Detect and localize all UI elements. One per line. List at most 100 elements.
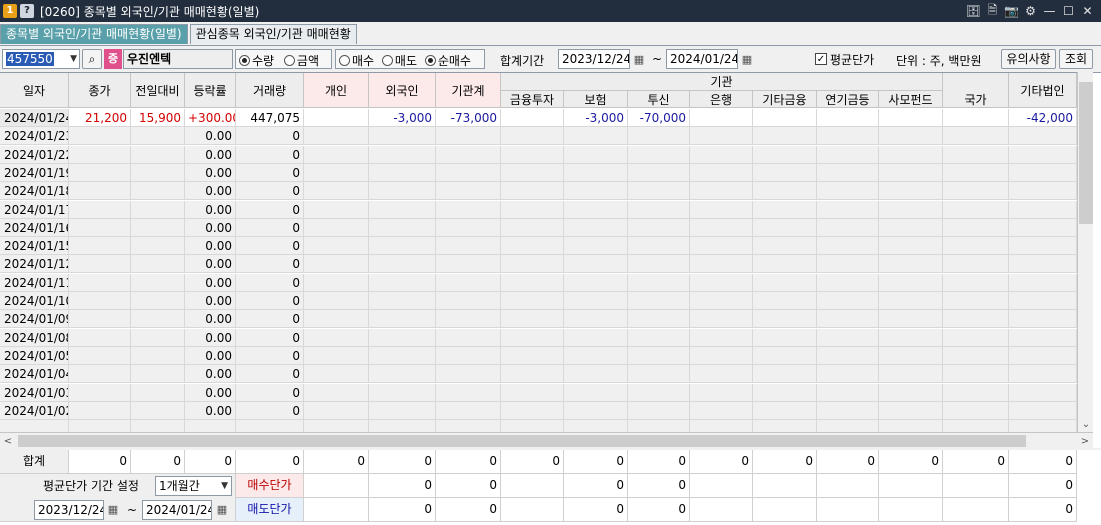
query-button[interactable]: 조회	[1059, 49, 1093, 69]
grid-cell-individual[interactable]	[304, 145, 369, 164]
grid-cell-individual[interactable]	[304, 127, 369, 146]
grid-cell-pension[interactable]	[817, 273, 879, 292]
grid-cell-individual[interactable]	[304, 109, 369, 127]
grid-cell-fin_invest[interactable]	[501, 292, 564, 310]
grid-cell-rate[interactable]: 0.00	[185, 145, 236, 164]
grid-cell-foreign[interactable]	[369, 163, 436, 182]
grid-cell-change[interactable]	[131, 383, 185, 402]
grid-cell-pension[interactable]	[817, 328, 879, 347]
grid-cell-other_fin[interactable]	[753, 365, 817, 384]
grid-cell-rate[interactable]: 0.00	[185, 127, 236, 146]
grid-cell-rate[interactable]: 0.00	[185, 237, 236, 256]
grid-cell-private_fund[interactable]	[879, 218, 943, 237]
date-to-input[interactable]: 2024/01/24	[666, 49, 738, 69]
grid-cell-fin_invest[interactable]	[501, 109, 564, 127]
grid-cell-insurance[interactable]: -3,000	[564, 109, 628, 127]
grid-cell-state[interactable]	[943, 255, 1009, 274]
grid-cell-inst[interactable]	[436, 163, 501, 182]
grid-cell-fin_invest[interactable]	[501, 182, 564, 201]
col-header-individual[interactable]: 개인	[304, 73, 369, 108]
grid-cell-close[interactable]	[69, 328, 131, 347]
vertical-scrollbar[interactable]: ⌄	[1077, 72, 1093, 432]
grid-cell-rate[interactable]: 0.00	[185, 218, 236, 237]
grid-cell-individual[interactable]	[304, 182, 369, 201]
col-header-other-corp[interactable]: 기타법인	[1009, 73, 1077, 108]
grid-cell-trust[interactable]	[628, 237, 690, 256]
grid-cell-foreign[interactable]	[369, 292, 436, 310]
grid-cell-date[interactable]: 2024/01/11	[0, 273, 69, 292]
grid-cell-inst[interactable]	[436, 346, 501, 365]
grid-cell-trust[interactable]	[628, 328, 690, 347]
grid-cell-other_corp[interactable]	[1009, 145, 1077, 164]
grid-cell-insurance[interactable]	[564, 401, 628, 420]
grid-cell-bank[interactable]	[690, 237, 753, 256]
grid-cell-fin_invest[interactable]	[501, 365, 564, 384]
grid-cell-other_fin[interactable]	[753, 237, 817, 256]
col-header-pension[interactable]: 연기금등	[817, 91, 879, 108]
stock-code-input[interactable]: 457550 ▼	[2, 49, 80, 69]
grid-cell-trust[interactable]	[628, 383, 690, 402]
grid-cell-insurance[interactable]	[564, 163, 628, 182]
grid-cell-fin_invest[interactable]	[501, 310, 564, 329]
grid-cell-foreign[interactable]	[369, 401, 436, 420]
grid-cell-bank[interactable]	[690, 109, 753, 127]
grid-cell-close[interactable]	[69, 182, 131, 201]
grid-cell-other_corp[interactable]	[1009, 383, 1077, 402]
grid-cell-foreign[interactable]	[369, 255, 436, 274]
grid-cell-change[interactable]	[131, 218, 185, 237]
grid-cell-fin_invest[interactable]	[501, 200, 564, 219]
grid-cell-state[interactable]	[943, 310, 1009, 329]
grid-cell-close[interactable]	[69, 145, 131, 164]
grid-cell-date[interactable]: 2024/01/12	[0, 255, 69, 274]
grid-cell-state[interactable]	[943, 127, 1009, 146]
grid-cell-other_fin[interactable]	[753, 292, 817, 310]
grid-cell-bank[interactable]	[690, 292, 753, 310]
grid-cell-private_fund[interactable]	[879, 200, 943, 219]
grid-cell-individual[interactable]	[304, 310, 369, 329]
grid-cell-volume[interactable]: 0	[236, 182, 304, 201]
tab-watchlist[interactable]: 관심종목 외국인/기관 매매현황	[189, 24, 357, 44]
grid-cell-close[interactable]	[69, 401, 131, 420]
grid-cell-close[interactable]	[69, 365, 131, 384]
calendar-icon[interactable]: ▦	[213, 501, 231, 519]
grid-cell-rate[interactable]: 0.00	[185, 401, 236, 420]
grid-cell-close[interactable]	[69, 255, 131, 274]
grid-cell-other_corp[interactable]	[1009, 255, 1077, 274]
grid-cell-trust[interactable]	[628, 145, 690, 164]
grid-cell-foreign[interactable]	[369, 310, 436, 329]
grid-cell-private_fund[interactable]	[879, 346, 943, 365]
grid-cell-close[interactable]	[69, 383, 131, 402]
grid-cell-volume[interactable]: 0	[236, 255, 304, 274]
grid-cell-private_fund[interactable]	[879, 328, 943, 347]
grid-cell-state[interactable]	[943, 401, 1009, 420]
grid-cell-trust[interactable]	[628, 200, 690, 219]
grid-cell-volume[interactable]: 0	[236, 310, 304, 329]
grid-cell-other_fin[interactable]	[753, 310, 817, 329]
col-header-date[interactable]: 일자	[0, 73, 69, 108]
grid-cell-volume[interactable]: 0	[236, 401, 304, 420]
grid-cell-pension[interactable]	[817, 346, 879, 365]
grid-cell-inst[interactable]	[436, 328, 501, 347]
grid-cell-close[interactable]	[69, 292, 131, 310]
grid-cell-close[interactable]	[69, 310, 131, 329]
copy-icon[interactable]: 🗎	[983, 2, 1002, 20]
grid-cell-trust[interactable]	[628, 163, 690, 182]
calendar-icon[interactable]: ▦	[630, 50, 648, 68]
grid-cell-date[interactable]: 2024/01/22	[0, 145, 69, 164]
grid-cell-bank[interactable]	[690, 346, 753, 365]
grid-cell-individual[interactable]	[304, 200, 369, 219]
grid-cell-volume[interactable]: 0	[236, 292, 304, 310]
grid-cell-change[interactable]: 15,900	[131, 109, 185, 127]
grid-cell-change[interactable]	[131, 200, 185, 219]
grid-cell-trust[interactable]	[628, 365, 690, 384]
col-header-change[interactable]: 전일대비	[131, 73, 185, 108]
grid-cell-volume[interactable]: 0	[236, 328, 304, 347]
grid-cell-other_corp[interactable]	[1009, 346, 1077, 365]
grid-cell-individual[interactable]	[304, 255, 369, 274]
grid-cell-volume[interactable]: 0	[236, 346, 304, 365]
grid-cell-pension[interactable]	[817, 383, 879, 402]
grid-cell-pension[interactable]	[817, 292, 879, 310]
grid-cell-fin_invest[interactable]	[501, 273, 564, 292]
grid-cell-volume[interactable]: 0	[236, 200, 304, 219]
horizontal-scrollbar[interactable]: < >	[0, 432, 1093, 448]
